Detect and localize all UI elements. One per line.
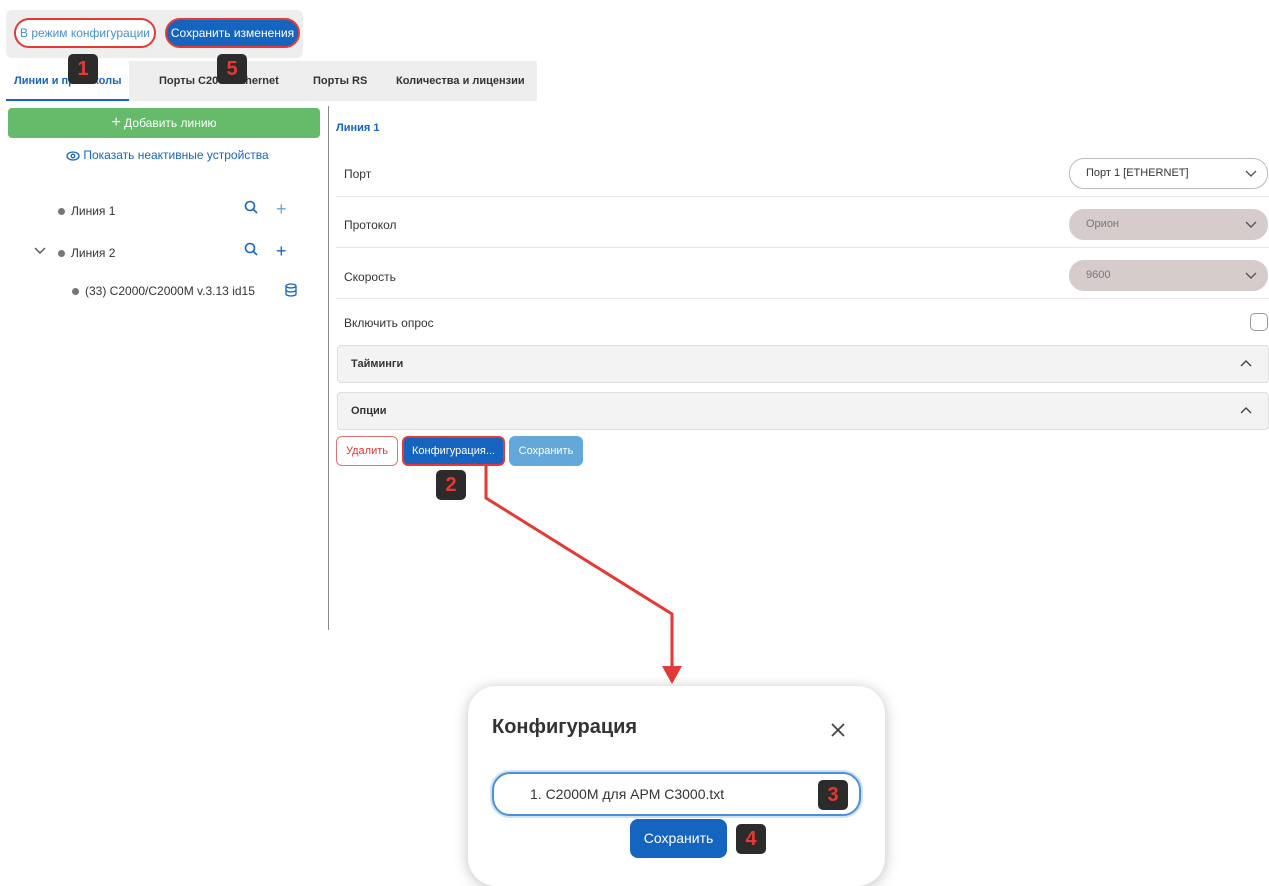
show-inactive-toggle[interactable]: Показать неактивные устройства: [66, 148, 269, 162]
configuration-file-select[interactable]: 1. С2000М для АРМ С3000.txt: [492, 772, 861, 816]
add-line-label: Добавить линию: [124, 116, 217, 130]
add-icon[interactable]: +: [276, 241, 287, 262]
tree-item-line-2[interactable]: Линия 2: [58, 246, 115, 260]
port-label: Порт: [344, 167, 372, 181]
step-badge-5: 5: [217, 54, 247, 84]
chevron-down-icon: [1245, 261, 1257, 301]
step-badge-1: 1: [68, 54, 98, 84]
database-icon[interactable]: [285, 283, 297, 302]
dialog-save-button[interactable]: Сохранить: [630, 819, 727, 858]
chevron-down-icon[interactable]: [34, 244, 46, 258]
panel-divider: [328, 106, 329, 630]
delete-button[interactable]: Удалить: [336, 436, 398, 466]
show-inactive-label: Показать неактивные устройства: [83, 148, 269, 162]
search-icon[interactable]: [244, 200, 258, 219]
close-icon[interactable]: [830, 718, 846, 744]
config-mode-button[interactable]: В режим конфигурации: [14, 18, 156, 48]
chevron-up-icon: [1240, 393, 1252, 442]
options-accordion[interactable]: Опции: [337, 392, 1269, 430]
status-dot: [58, 250, 65, 258]
plus-icon: +: [111, 114, 121, 131]
divider: [336, 298, 1269, 299]
add-icon[interactable]: +: [276, 199, 287, 220]
save-button[interactable]: Сохранить: [509, 436, 583, 466]
tab-rs-ports[interactable]: Порты RS: [313, 61, 367, 101]
port-value: Порт 1 [ETHERNET]: [1086, 167, 1189, 179]
step-badge-4: 4: [736, 824, 766, 854]
search-icon[interactable]: [244, 242, 258, 261]
tab-quantities-licenses[interactable]: Количества и лицензии: [396, 61, 525, 101]
accordion-label: Опции: [351, 405, 387, 417]
speed-label: Скорость: [344, 270, 396, 284]
protocol-select[interactable]: Орион: [1069, 209, 1268, 240]
accordion-label: Тайминги: [351, 358, 404, 370]
configuration-button[interactable]: Конфигурация...: [402, 436, 505, 466]
speed-select[interactable]: 9600: [1069, 260, 1268, 291]
enable-polling-label: Включить опрос: [344, 316, 434, 330]
divider: [336, 196, 1269, 197]
chevron-up-icon: [1240, 346, 1252, 395]
enable-polling-checkbox[interactable]: [1250, 313, 1268, 331]
chevron-down-icon: [1245, 210, 1257, 250]
timings-accordion[interactable]: Тайминги: [337, 345, 1269, 383]
port-select[interactable]: Порт 1 [ETHERNET]: [1069, 158, 1268, 189]
step-badge-3: 3: [818, 780, 848, 810]
tree-item-device[interactable]: (33) С2000/С2000М v.3.13 id15: [72, 284, 255, 298]
dialog-title: Конфигурация: [492, 716, 638, 738]
step-badge-2: 2: [436, 470, 466, 500]
tree-item-label: (33) С2000/С2000М v.3.13 id15: [85, 284, 255, 298]
tree-item-line-1[interactable]: Линия 1: [58, 204, 115, 218]
protocol-value: Орион: [1086, 218, 1120, 230]
protocol-label: Протокол: [344, 218, 397, 232]
divider: [336, 247, 1269, 248]
tree-item-label: Линия 2: [71, 246, 116, 260]
status-dot: [72, 288, 79, 296]
tree-item-label: Линия 1: [71, 204, 116, 218]
line-title: Линия 1: [336, 122, 380, 134]
chevron-down-icon: [1245, 159, 1257, 199]
speed-value: 9600: [1086, 269, 1111, 281]
save-changes-button[interactable]: Сохранить изменения: [165, 18, 300, 48]
eye-icon: [66, 148, 83, 162]
status-dot: [58, 208, 65, 216]
add-line-button[interactable]: + Добавить линию: [8, 108, 320, 138]
